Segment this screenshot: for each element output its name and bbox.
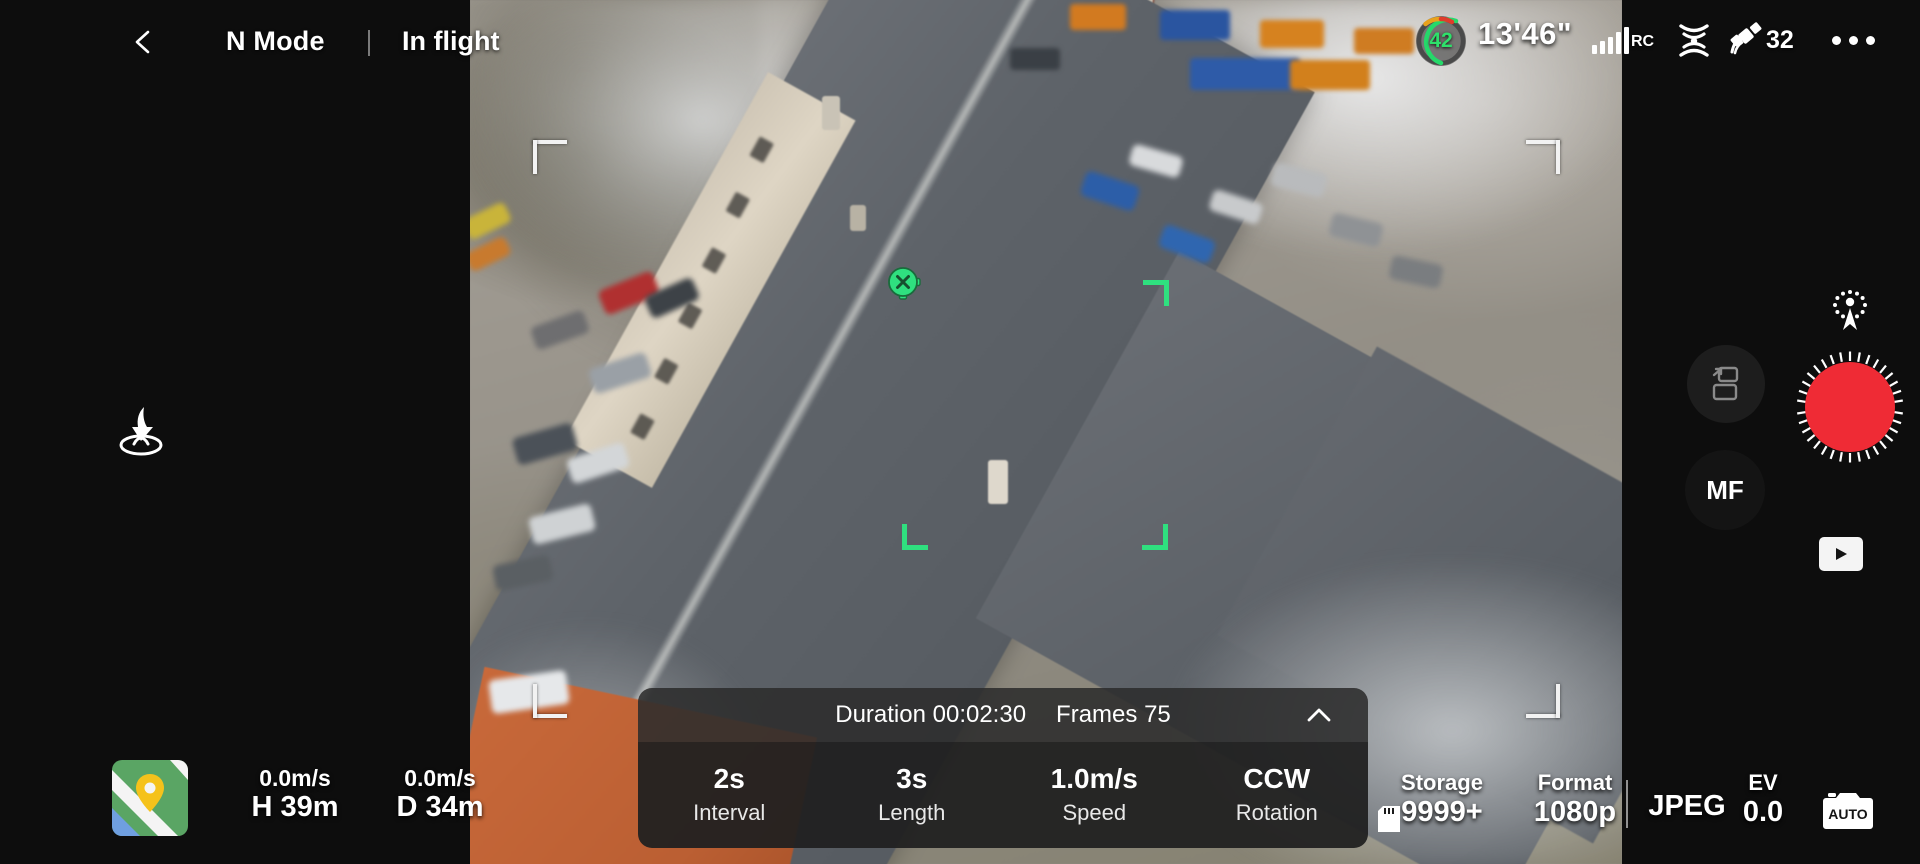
altitude-telemetry: 0.0m/s H 39m [225,765,365,824]
frames-text: Frames 75 [1056,701,1171,728]
framing-bracket-bottom-left [533,684,567,718]
record-button-icon[interactable] [1793,350,1907,464]
speed-value: 1.0m/s [1050,763,1138,794]
svg-text:AUTO: AUTO [1828,806,1868,822]
tracking-bracket-bottom-left [902,524,928,550]
map-thumbnail-icon[interactable] [112,760,188,836]
more-horizontal-icon[interactable] [1832,26,1888,54]
left-bezel [0,0,470,864]
speed-label: Speed [1062,800,1127,825]
timelapse-summary: Duration 00:02:30 Frames 75 [638,688,1368,742]
format-label: Format [1537,770,1613,795]
camera-info-divider [1626,780,1628,828]
rotation-label: Rotation [1235,800,1318,825]
horizontal-speed-value: 0.0m/s [404,765,476,791]
chevron-up-icon[interactable] [1306,704,1332,726]
framing-bracket-top-right [1526,140,1560,174]
ev-info[interactable]: EV 0.0 [1723,770,1803,829]
length-label: Length [878,800,946,825]
poi-target-close-icon[interactable] [884,263,922,301]
ev-value: 0.0 [1742,796,1784,828]
playback-play-icon[interactable] [1819,537,1863,571]
interval-value: 2s [713,763,745,794]
length-value: 3s [896,763,928,794]
switch-camera-mode-icon[interactable] [1687,345,1765,423]
tracking-bracket-top-right [1143,280,1169,306]
format-info: Format 1080p [1515,770,1635,829]
auto-landing-icon[interactable] [110,400,172,460]
distance-telemetry: 0.0m/s D 34m [370,765,510,824]
duration-text: Duration 00:02:30 [835,701,1027,728]
timelapse-settings-row: 2s Interval 3s Length 1.0m/s Speed CCW R… [638,742,1368,848]
sd-card-icon [1378,806,1400,832]
focus-mode-button[interactable]: MF [1685,450,1765,530]
framing-bracket-top-left [533,140,567,174]
drone-camera-screen: N Mode In flight 42 13'46" RC 32 0.0m/s … [0,0,1920,864]
chevron-left-icon [135,30,150,54]
interval-label: Interval [693,800,766,825]
rotation-value: CCW [1243,763,1311,794]
back-button[interactable] [118,16,170,68]
altitude-value: H 39m [251,791,339,823]
timelapse-setting-interval[interactable]: 2s Interval [638,762,821,828]
vertical-speed-value: 0.0m/s [259,765,331,791]
distance-value: D 34m [396,791,484,823]
timelapse-setting-speed[interactable]: 1.0m/s Speed [1003,762,1186,828]
home-point-icon[interactable] [1830,288,1870,334]
ev-label: EV [1748,770,1778,795]
focus-mode-label: MF [1706,474,1744,505]
timelapse-settings-panel[interactable]: Duration 00:02:30 Frames 75 2s Interval … [638,688,1368,848]
storage-label: Storage [1401,770,1483,795]
tracking-bracket-bottom-right [1142,524,1168,550]
camera-auto-icon[interactable]: AUTO [1820,788,1876,832]
framing-bracket-bottom-right [1526,684,1560,718]
format-value: 1080p [1533,796,1617,828]
timelapse-setting-length[interactable]: 3s Length [821,762,1004,828]
timelapse-setting-rotation[interactable]: CCW Rotation [1186,762,1369,828]
